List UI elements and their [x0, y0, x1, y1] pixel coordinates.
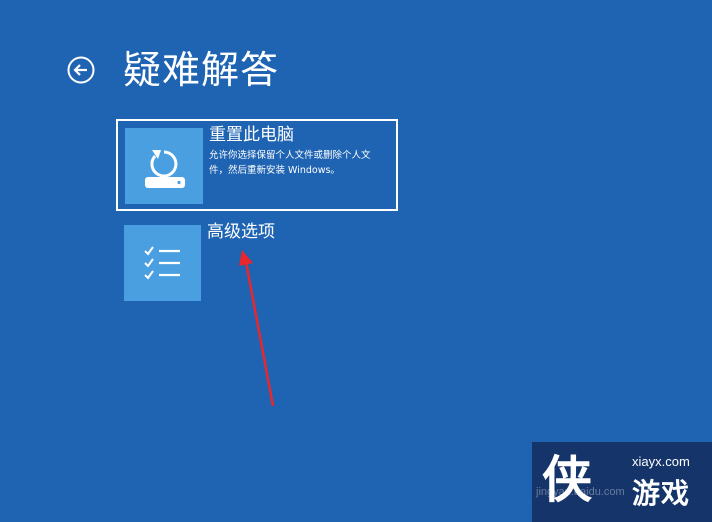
- watermark-brand: 游戏: [632, 477, 691, 510]
- page-title: 疑难解答: [123, 48, 280, 92]
- back-arrow-circle-icon: [67, 56, 95, 84]
- watermark-logo: 侠: [542, 450, 592, 509]
- reset-pc-option[interactable]: 重置此电脑 允许你选择保留个人文件或删除个人文件，然后重新安装 Windows。: [116, 119, 398, 211]
- reset-pc-tile: [125, 128, 203, 204]
- reset-pc-description: 允许你选择保留个人文件或删除个人文件，然后重新安装 Windows。: [209, 150, 371, 176]
- reset-pc-title: 重置此电脑: [209, 125, 294, 145]
- back-button[interactable]: [66, 55, 96, 85]
- watermark-domain: xiayx.com: [632, 454, 690, 469]
- advanced-options-title: 高级选项: [207, 222, 275, 242]
- advanced-options-tile: [124, 225, 201, 301]
- reset-pc-icon: [145, 150, 185, 188]
- checklist-icon: [144, 246, 180, 280]
- advanced-options-option[interactable]: 高级选项: [116, 217, 398, 309]
- watermark: jingyan.baidu.com 侠 xiayx.com 游戏: [532, 442, 712, 522]
